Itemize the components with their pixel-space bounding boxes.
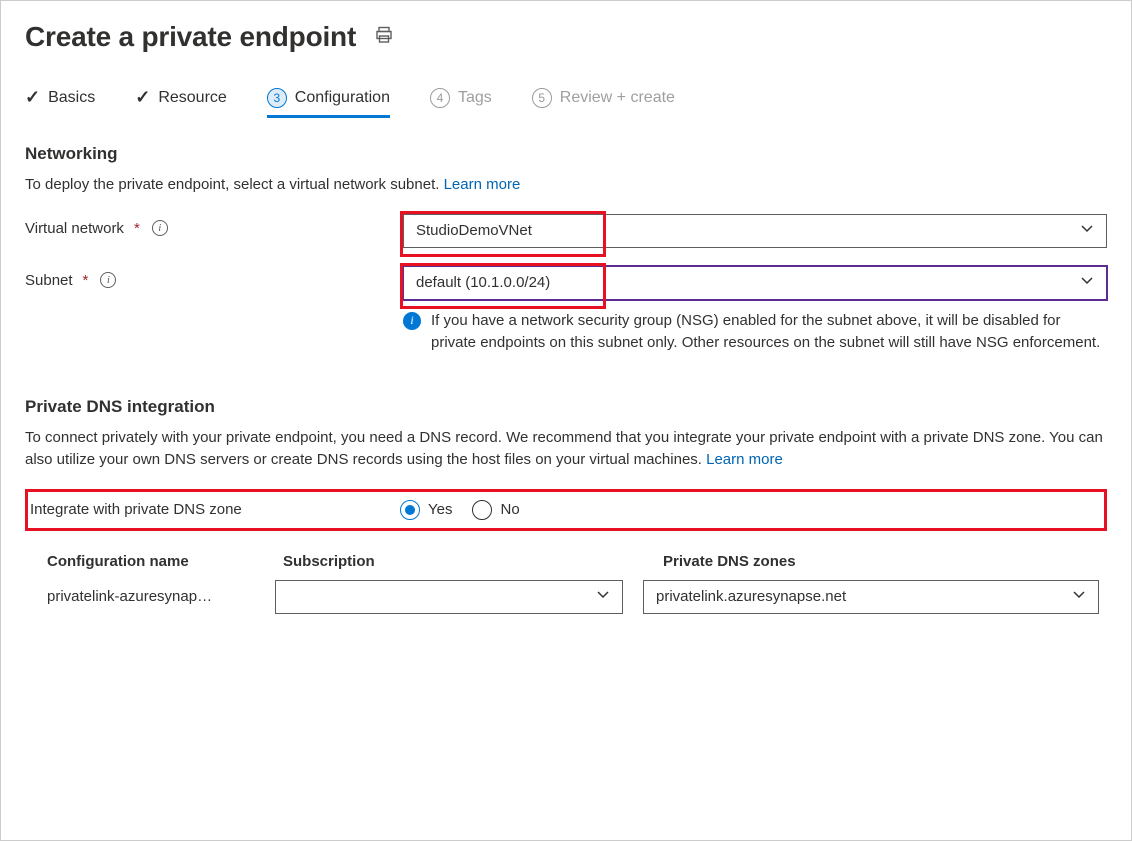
print-icon[interactable] [374, 25, 394, 50]
subscription-dropdown[interactable] [275, 580, 623, 614]
vnet-dropdown-value: StudioDemoVNet [416, 222, 532, 239]
tab-review-create[interactable]: 5 Review + create [532, 88, 675, 116]
dns-heading: Private DNS integration [25, 397, 1107, 417]
config-col-subscription-header: Subscription [283, 553, 663, 570]
tab-basics-label: Basics [48, 89, 95, 107]
checkmark-icon: ✓ [135, 87, 150, 108]
wizard-tabs: ✓ Basics ✓ Resource 3 Configuration 4 Ta… [25, 87, 1107, 116]
config-col-zones-header: Private DNS zones [663, 553, 1099, 570]
subnet-label: Subnet [25, 272, 73, 289]
chevron-down-icon [596, 588, 610, 606]
required-asterisk: * [83, 272, 89, 289]
required-asterisk: * [134, 220, 140, 237]
info-solid-icon: i [403, 312, 421, 330]
info-icon[interactable]: i [152, 220, 168, 236]
networking-description-text: To deploy the private endpoint, select a… [25, 176, 444, 193]
radio-yes-label: Yes [428, 501, 452, 518]
subnet-dropdown-value: default (10.1.0.0/24) [416, 274, 550, 291]
vnet-dropdown[interactable]: StudioDemoVNet [403, 214, 1107, 248]
vnet-label: Virtual network [25, 220, 124, 237]
dns-zone-dropdown-value: privatelink.azuresynapse.net [656, 588, 846, 605]
dns-description: To connect privately with your private e… [25, 427, 1107, 471]
config-row: privatelink-azuresynap… privatelink.azur… [47, 580, 1099, 614]
tab-tags[interactable]: 4 Tags [430, 88, 492, 116]
tab-basics[interactable]: ✓ Basics [25, 87, 95, 116]
integrate-dns-no-radio[interactable]: No [472, 500, 519, 520]
radio-no-label: No [500, 501, 519, 518]
integrate-dns-yes-radio[interactable]: Yes [400, 500, 452, 520]
step-number-badge: 5 [532, 88, 552, 108]
tab-tags-label: Tags [458, 89, 492, 107]
dns-zone-dropdown[interactable]: privatelink.azuresynapse.net [643, 580, 1099, 614]
tab-configuration[interactable]: 3 Configuration [267, 88, 390, 116]
tab-review-label: Review + create [560, 89, 675, 107]
chevron-down-icon [1080, 274, 1094, 292]
integrate-dns-label: Integrate with private DNS zone [30, 501, 242, 518]
nsg-note-text: If you have a network security group (NS… [431, 310, 1107, 354]
networking-description: To deploy the private endpoint, select a… [25, 174, 1107, 196]
networking-heading: Networking [25, 144, 1107, 164]
info-icon[interactable]: i [100, 272, 116, 288]
chevron-down-icon [1072, 588, 1086, 606]
page-title: Create a private endpoint [25, 21, 356, 53]
networking-learn-more-link[interactable]: Learn more [444, 176, 521, 193]
step-number-badge: 4 [430, 88, 450, 108]
config-col-name-header: Configuration name [47, 553, 283, 570]
tab-resource[interactable]: ✓ Resource [135, 87, 227, 116]
checkmark-icon: ✓ [25, 87, 40, 108]
tab-configuration-label: Configuration [295, 89, 390, 107]
chevron-down-icon [1080, 222, 1094, 240]
dns-learn-more-link[interactable]: Learn more [706, 451, 783, 468]
subnet-dropdown[interactable]: default (10.1.0.0/24) [403, 266, 1107, 300]
dns-description-text: To connect privately with your private e… [25, 429, 1103, 468]
config-row-name: privatelink-azuresynap… [47, 588, 275, 605]
tab-resource-label: Resource [158, 89, 226, 107]
step-number-badge: 3 [267, 88, 287, 108]
